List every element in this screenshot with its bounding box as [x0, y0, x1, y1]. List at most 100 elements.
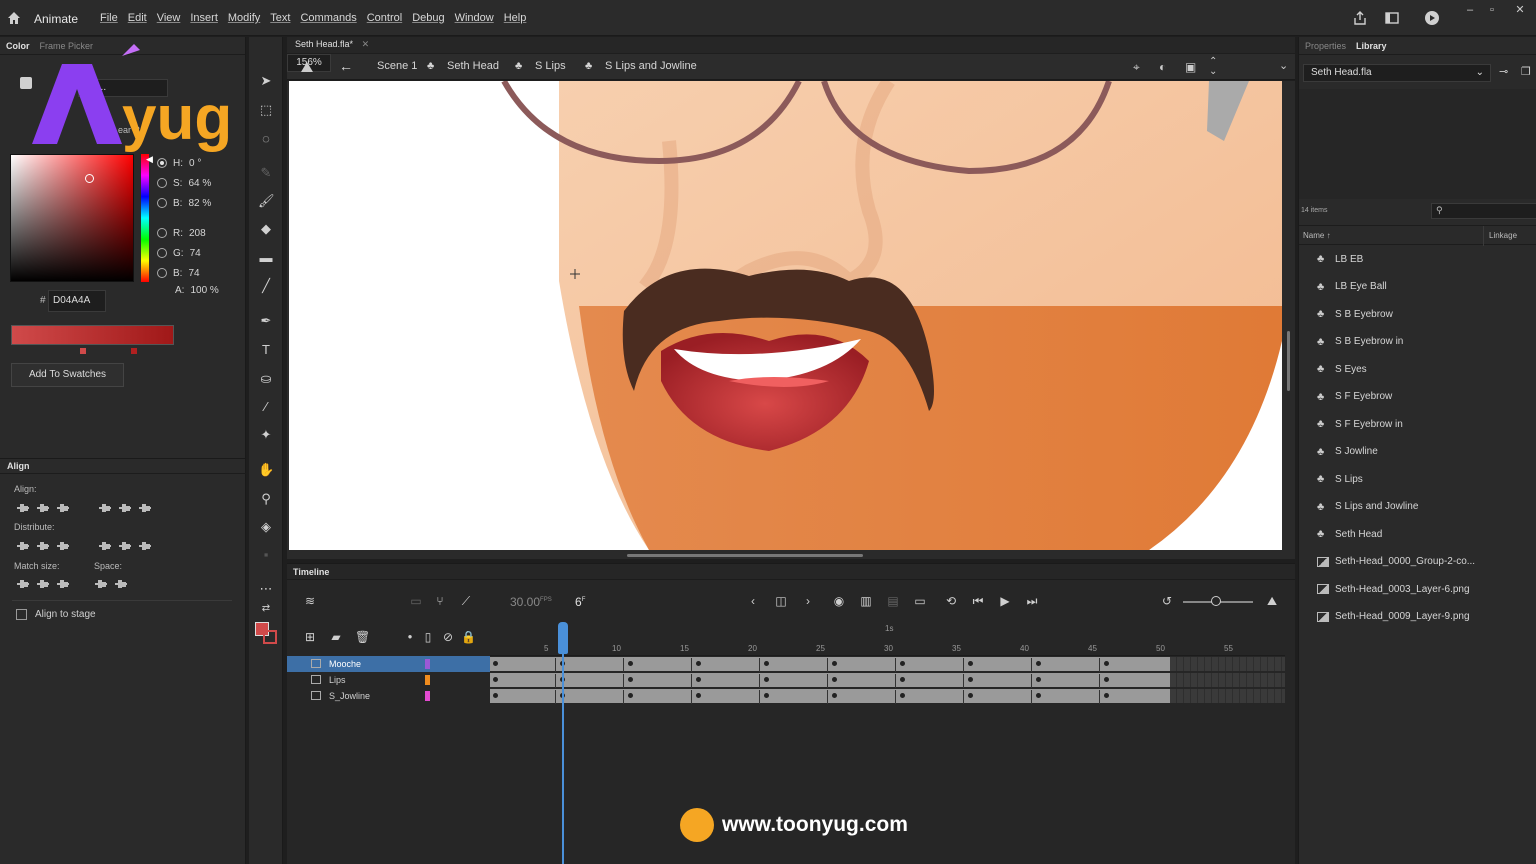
match-both-icon[interactable] — [57, 578, 69, 590]
zoom-stepper-icon[interactable]: ⌃ ⌄ — [1209, 57, 1217, 77]
blue-row[interactable]: B: 74 — [157, 266, 200, 280]
keyframe[interactable] — [696, 677, 701, 682]
keyframe[interactable] — [900, 661, 905, 666]
library-item[interactable]: ♣ S Lips and Jowline — [1317, 497, 1418, 517]
red-radio[interactable] — [157, 228, 167, 238]
keyframe[interactable] — [628, 677, 633, 682]
current-frame-display[interactable]: 6F — [575, 595, 585, 609]
step-forward-icon[interactable]: ⏭ — [1025, 594, 1039, 608]
play-icon[interactable]: ▶ — [998, 594, 1012, 608]
close-icon[interactable]: ✕ — [1512, 4, 1528, 16]
previous-keyframe-icon[interactable]: ‹ — [746, 594, 760, 608]
menu-text[interactable]: Text — [270, 12, 290, 24]
library-item[interactable]: Seth-Head_0003_Layer-6.png — [1317, 579, 1470, 599]
share-icon[interactable] — [1352, 10, 1368, 26]
eyedropper-tool-icon[interactable]: ⁄ — [258, 399, 274, 415]
keyframe[interactable] — [1036, 693, 1041, 698]
keyframe[interactable] — [764, 693, 769, 698]
next-keyframe-icon[interactable]: › — [801, 594, 815, 608]
library-item[interactable]: ♣ S B Eyebrow in — [1317, 332, 1403, 352]
tab-properties[interactable]: Properties — [1305, 41, 1346, 51]
keyframe[interactable] — [968, 693, 973, 698]
keyframe[interactable] — [1104, 661, 1109, 666]
layer-color-swatch[interactable] — [425, 691, 430, 701]
color-field[interactable] — [10, 154, 134, 282]
column-name[interactable]: Name ↑ — [1303, 231, 1331, 240]
keyframe[interactable] — [764, 677, 769, 682]
stroke-color-swatch[interactable] — [263, 630, 277, 644]
breadcrumb-s-lips-and-jowline[interactable]: ♣ S Lips and Jowline — [585, 60, 697, 72]
library-item[interactable]: ♣ LB EB — [1317, 249, 1363, 269]
zoom-tool-icon[interactable]: ⚲ — [258, 491, 274, 507]
timeline-expand-icon[interactable]: ⛰ — [1265, 594, 1279, 608]
library-item[interactable]: ♣ S F Eyebrow — [1317, 387, 1392, 407]
test-movie-icon[interactable] — [1424, 10, 1440, 26]
frame-row-s-jowline[interactable] — [490, 688, 1285, 704]
keyframe[interactable] — [696, 661, 701, 666]
highlight-layer-icon[interactable]: ● — [403, 630, 417, 644]
keyframe[interactable] — [493, 677, 498, 682]
hue-slider[interactable] — [141, 154, 149, 282]
pin-library-icon[interactable]: ⊸ — [1499, 65, 1508, 78]
library-item[interactable]: ♣ LB Eye Ball — [1317, 277, 1387, 297]
distribute-bottom-icon[interactable] — [57, 540, 69, 552]
new-folder-icon[interactable]: ▰ — [329, 630, 343, 644]
pen-disabled-icon[interactable]: ✎ — [258, 165, 274, 181]
keyframe[interactable] — [628, 661, 633, 666]
keyframe[interactable] — [900, 677, 905, 682]
camera-tool-icon[interactable]: ◈ — [258, 519, 274, 535]
keyframe[interactable] — [493, 661, 498, 666]
keyframe[interactable] — [832, 677, 837, 682]
clip-stage-icon[interactable]: ▣ — [1185, 60, 1196, 74]
fps-display[interactable]: 30.00FPS — [510, 595, 552, 609]
breadcrumb-seth-head[interactable]: ♣ Seth Head — [427, 60, 499, 72]
stage-canvas[interactable] — [289, 81, 1282, 550]
hand-tool-icon[interactable]: ✋ — [258, 462, 274, 478]
distribute-vcenter-icon[interactable] — [37, 540, 49, 552]
gradient-swatch-bar[interactable] — [11, 325, 174, 345]
distribute-right-icon[interactable] — [139, 540, 151, 552]
brush-tool-icon[interactable]: 🖌 — [258, 193, 275, 209]
align-top-icon[interactable] — [99, 502, 111, 514]
restore-icon[interactable]: ▫ — [1484, 4, 1500, 16]
layer-color-swatch[interactable] — [425, 659, 430, 669]
playhead[interactable] — [562, 622, 564, 864]
layers-icon[interactable]: ≋ — [303, 594, 317, 608]
menu-modify[interactable]: Modify — [228, 12, 260, 24]
more-tools-icon[interactable]: ⋯ — [258, 581, 274, 597]
pin-tool-icon[interactable]: ✦ — [258, 427, 274, 443]
menu-edit[interactable]: Edit — [128, 12, 147, 24]
library-item[interactable]: ♣ S F Eyebrow in — [1317, 414, 1403, 434]
blue-radio[interactable] — [157, 268, 167, 278]
brightness-row[interactable]: B: 82 % — [157, 196, 211, 210]
layer-parenting-icon[interactable]: ⑂ — [433, 594, 447, 608]
back-arrow-icon[interactable]: ← — [339, 58, 353, 74]
column-linkage[interactable]: Linkage — [1489, 231, 1517, 240]
eraser-tool-icon[interactable]: ◆ — [258, 221, 274, 237]
library-item[interactable]: ♣ S B Eyebrow — [1317, 304, 1393, 324]
menu-help[interactable]: Help — [504, 12, 527, 24]
camera-layer-icon[interactable]: ▭ — [409, 594, 423, 608]
onion-skin-icon[interactable]: ◉ — [832, 594, 846, 608]
library-search-input[interactable]: ⚲ — [1431, 203, 1536, 219]
gradient-stop-left-icon[interactable] — [80, 348, 86, 354]
align-to-stage-box[interactable] — [16, 609, 27, 620]
layer-row-mooche[interactable]: Mooche — [287, 656, 490, 672]
new-library-panel-icon[interactable]: ❐ — [1521, 65, 1531, 78]
layer-color-swatch[interactable] — [425, 675, 430, 685]
keyframe[interactable] — [832, 693, 837, 698]
document-tab[interactable]: Seth Head.fla* ✕ — [287, 37, 1295, 53]
home-icon[interactable] — [6, 10, 22, 26]
keyframe[interactable] — [1036, 661, 1041, 666]
paint-bucket-tool-icon[interactable]: ⛀ — [258, 371, 274, 387]
saturation-radio[interactable] — [157, 178, 167, 188]
character-artwork[interactable] — [289, 81, 1282, 550]
frame-row-lips[interactable] — [490, 672, 1285, 688]
create-tween-icon[interactable]: ▭ — [913, 594, 927, 608]
gradient-stop-right-icon[interactable] — [131, 348, 137, 354]
horizontal-scrollbar[interactable] — [627, 554, 863, 557]
menu-debug[interactable]: Debug — [412, 12, 444, 24]
keyframe[interactable] — [1104, 677, 1109, 682]
hex-input[interactable]: D04A4A — [48, 290, 106, 312]
loop-icon[interactable]: ⟲ — [944, 594, 958, 608]
